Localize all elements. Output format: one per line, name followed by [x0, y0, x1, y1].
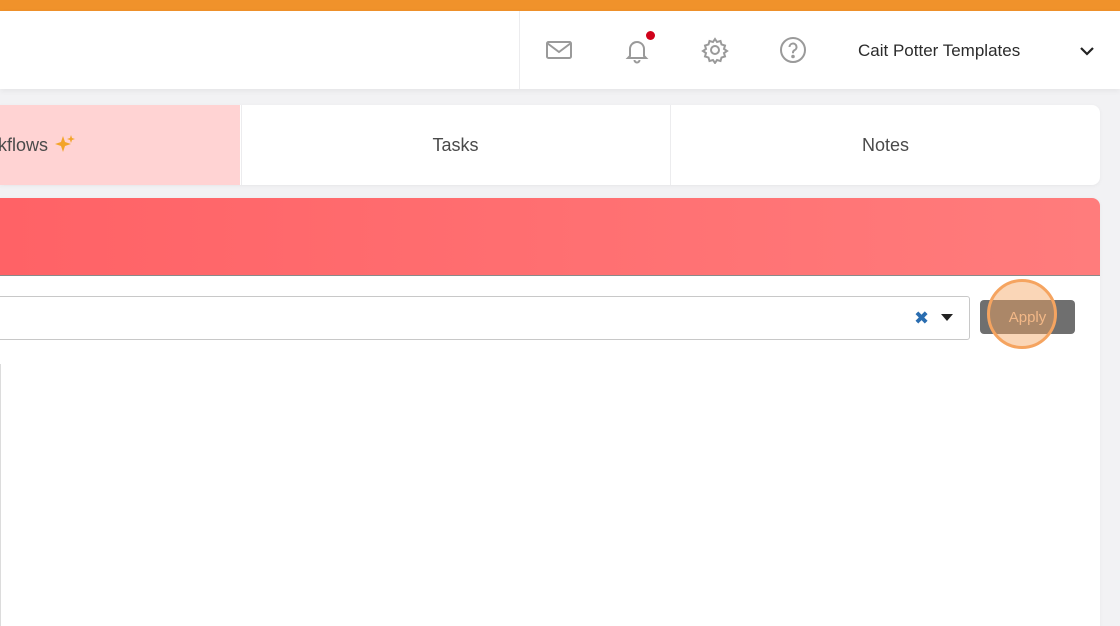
- chevron-down-icon[interactable]: [1078, 42, 1096, 60]
- tab-label: kflows: [0, 134, 49, 155]
- top-header: Cait Potter Templates: [0, 11, 1120, 89]
- tab-label: Notes: [861, 134, 910, 155]
- tab-tasks[interactable]: Tasks: [241, 105, 669, 185]
- help-icon[interactable]: [778, 35, 808, 65]
- filter-select[interactable]: ✖: [0, 296, 970, 340]
- account-name[interactable]: Cait Potter Templates: [858, 41, 1020, 61]
- mail-icon[interactable]: [544, 35, 574, 65]
- notification-dot: [646, 31, 655, 40]
- tab-notes[interactable]: Notes: [670, 105, 1100, 185]
- header-divider: [519, 11, 520, 89]
- dropdown-caret-icon[interactable]: [941, 314, 953, 321]
- left-divider: [0, 364, 1, 626]
- apply-button[interactable]: Apply: [980, 300, 1075, 334]
- top-accent-bar: [0, 0, 1120, 11]
- gear-icon[interactable]: [700, 35, 730, 65]
- clear-icon[interactable]: ✖: [914, 306, 929, 330]
- card-banner: [0, 198, 1100, 276]
- tab-label: Tasks: [432, 134, 479, 155]
- tab-workflows[interactable]: kflows: [0, 105, 240, 185]
- page: Cait Potter Templates kflows Tasks Notes…: [0, 0, 1120, 626]
- sparkle-icon: [55, 135, 76, 152]
- content-card: ✖ Apply: [0, 198, 1100, 626]
- tab-bar: kflows Tasks Notes: [0, 105, 1100, 185]
